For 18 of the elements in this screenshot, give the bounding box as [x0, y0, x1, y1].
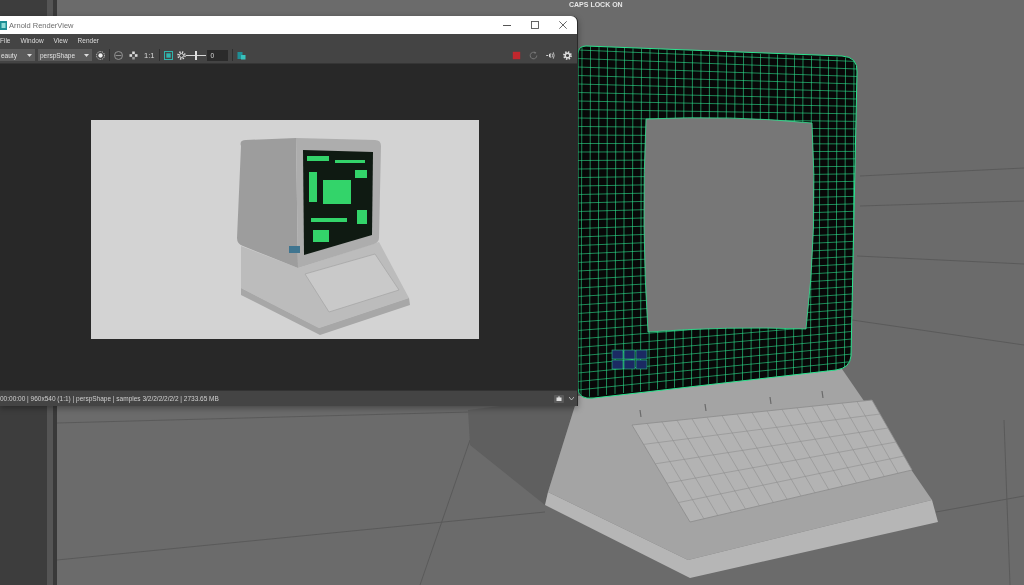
minimize-icon	[503, 24, 511, 26]
slider-thumb[interactable]	[195, 50, 198, 60]
close-icon	[559, 21, 567, 29]
settings-icon[interactable]	[563, 50, 572, 60]
caret-icon	[27, 53, 32, 57]
display-icon[interactable]	[237, 50, 247, 60]
circle-bar-icon[interactable]	[114, 50, 123, 60]
exposure-slider[interactable]	[186, 50, 207, 60]
render-icon[interactable]	[96, 50, 105, 60]
caret-icon	[84, 53, 89, 57]
sun-icon[interactable]	[177, 50, 187, 60]
square-icon[interactable]	[164, 50, 174, 60]
snapshot-icon[interactable]	[554, 394, 564, 403]
maximize-icon	[531, 21, 539, 29]
dots-icon[interactable]	[129, 50, 138, 60]
app-icon	[0, 20, 7, 30]
caret-icon[interactable]	[569, 397, 574, 400]
speaker-icon[interactable]	[546, 50, 555, 60]
